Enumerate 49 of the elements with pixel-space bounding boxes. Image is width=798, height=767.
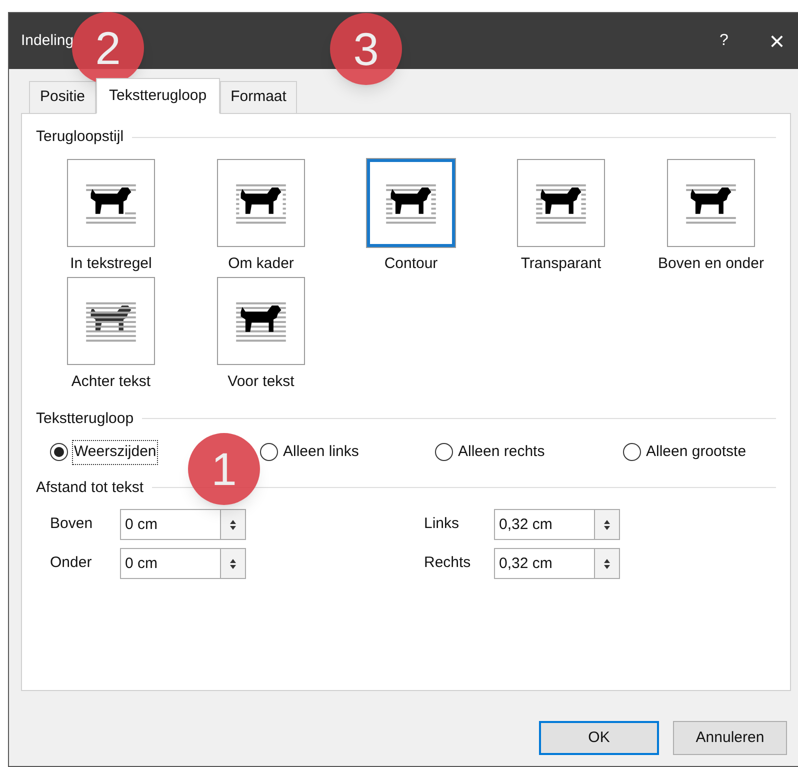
window-title: Indeling bbox=[21, 30, 74, 51]
spin-button[interactable] bbox=[220, 509, 246, 540]
spin-input-field[interactable]: 0 cm bbox=[120, 509, 220, 540]
wrap-style-button[interactable] bbox=[217, 158, 305, 246]
spin-input-field[interactable]: 0,32 cm bbox=[494, 509, 594, 540]
field-label: Links bbox=[424, 514, 460, 534]
radio-label[interactable]: Weerszijden bbox=[72, 440, 158, 464]
tab[interactable]: Formaat bbox=[220, 81, 298, 113]
radio-button[interactable] bbox=[623, 443, 641, 462]
radio-button[interactable] bbox=[435, 443, 453, 462]
group-heading: Terugloopstijl bbox=[36, 127, 124, 147]
wrap-style-label: Om kader bbox=[228, 254, 294, 274]
help-button[interactable]: ? bbox=[699, 21, 749, 61]
wrap-style-label: Boven en onder bbox=[658, 254, 764, 274]
radio-button[interactable] bbox=[50, 443, 68, 462]
spin-input-field[interactable]: 0,32 cm bbox=[494, 548, 594, 579]
wrap-style-label: Contour bbox=[384, 254, 438, 274]
field-label: Onder bbox=[50, 553, 93, 574]
radio-button[interactable] bbox=[260, 443, 278, 462]
radio-label[interactable]: Alleen rechts bbox=[457, 441, 546, 464]
spin-button[interactable] bbox=[220, 548, 246, 579]
radio-label[interactable]: Alleen grootste bbox=[645, 441, 748, 464]
wrap-style-button[interactable] bbox=[367, 158, 455, 246]
up-down-arrows-icon bbox=[602, 518, 612, 532]
cancel-button[interactable]: Annuleren bbox=[673, 721, 787, 755]
wrap-style-button[interactable] bbox=[67, 158, 155, 246]
ok-button[interactable]: OK bbox=[539, 721, 659, 755]
tab[interactable]: Tekstterugloop bbox=[96, 78, 220, 114]
wrap-style-button[interactable] bbox=[67, 277, 155, 365]
spin-input-field[interactable]: 0 cm bbox=[120, 548, 220, 579]
wrap-style-button[interactable] bbox=[217, 277, 305, 365]
radio-label[interactable]: Alleen links bbox=[282, 441, 360, 464]
up-down-arrows-icon bbox=[228, 518, 238, 532]
wrap-style-button[interactable] bbox=[517, 158, 605, 246]
spin-button[interactable] bbox=[594, 509, 620, 540]
group-heading: Tekstterugloop bbox=[36, 408, 134, 428]
up-down-arrows-icon bbox=[228, 556, 238, 570]
group-heading: Afstand tot tekst bbox=[36, 478, 144, 498]
spin-button[interactable] bbox=[594, 548, 620, 579]
wrap-style-label: Voor tekst bbox=[228, 372, 294, 392]
wrap-style-button[interactable] bbox=[667, 158, 755, 246]
wrap-style-label: Achter tekst bbox=[71, 372, 151, 392]
tab[interactable]: Positie bbox=[29, 81, 96, 113]
wrap-style-label: Transparant bbox=[520, 254, 602, 274]
close-button[interactable]: × bbox=[749, 21, 798, 61]
field-label: Rechts bbox=[424, 553, 472, 574]
wrap-style-label: In tekstregel bbox=[70, 254, 152, 274]
up-down-arrows-icon bbox=[602, 556, 612, 570]
field-label: Boven bbox=[50, 514, 94, 534]
